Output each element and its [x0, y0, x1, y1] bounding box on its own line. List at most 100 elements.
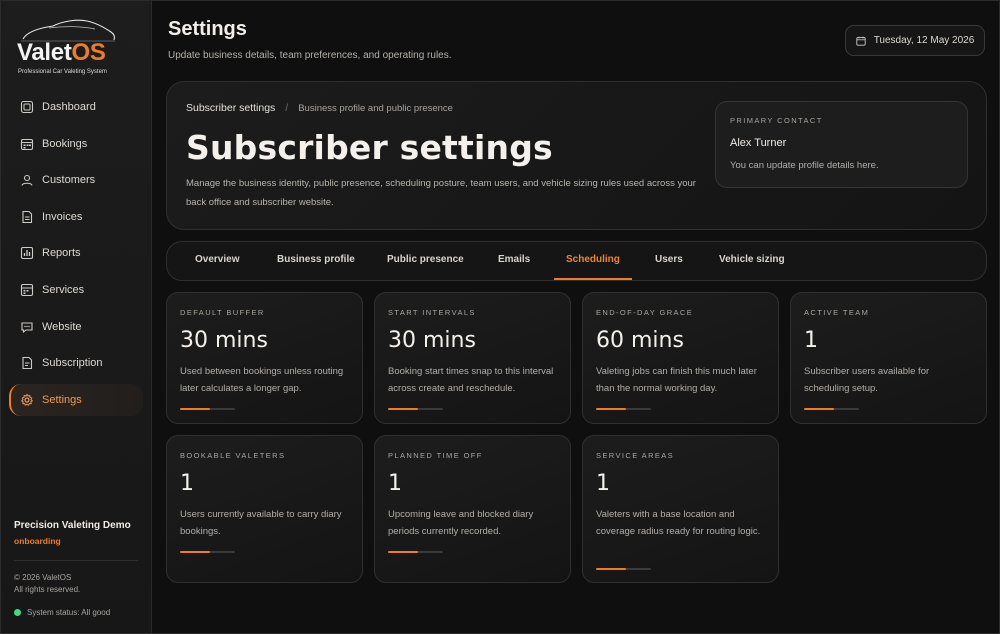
date-display[interactable]: Tuesday, 12 May 2026 — [845, 25, 985, 56]
tab-users[interactable]: Users — [655, 242, 683, 280]
business-status: onboarding — [14, 536, 61, 546]
metric-description: Users currently available to carry diary… — [180, 509, 342, 537]
subscriber-settings-panel: Subscriber settings / Business profile a… — [166, 81, 987, 230]
sidebar-item-services[interactable]: Services — [9, 274, 143, 306]
section-title: Subscriber settings — [186, 128, 553, 167]
metric-value: 1 — [180, 471, 194, 496]
metric-progress-bar — [596, 408, 651, 410]
sidebar-item-label: Subscription — [42, 357, 103, 370]
settings-tabs: Overview Business profile Public presenc… — [166, 241, 987, 281]
sidebar-item-label: Settings — [42, 393, 82, 406]
breadcrumb-current: Subscriber settings — [186, 102, 276, 114]
metric-label: DEFAULT BUFFER — [180, 308, 265, 317]
page-title: Settings — [168, 18, 247, 40]
sidebar-item-label: Invoices — [42, 210, 83, 223]
gear-icon — [20, 393, 34, 407]
metric-card-end-of-day-grace: END-OF-DAY GRACE 60 mins Valeting jobs c… — [582, 292, 779, 424]
status-dot-icon — [14, 609, 21, 616]
metric-progress-bar — [596, 568, 651, 570]
reports-icon — [20, 246, 34, 260]
metric-description: Valeters with a base location and covera… — [596, 509, 761, 537]
calendar-icon — [20, 137, 34, 151]
section-description: Manage the business identity, public pre… — [186, 178, 696, 208]
brand-tagline: Professional Car Valeting System — [18, 69, 107, 75]
brand-wordmark: ValetOS — [17, 39, 106, 66]
tab-public-presence[interactable]: Public presence — [387, 242, 464, 280]
metric-progress-bar — [388, 408, 443, 410]
metric-card-default-buffer: DEFAULT BUFFER 30 mins Used between book… — [166, 292, 363, 424]
sidebar-item-reports[interactable]: Reports — [9, 237, 143, 269]
metric-label: BOOKABLE VALETERS — [180, 451, 286, 460]
tab-overview[interactable]: Overview — [195, 242, 239, 280]
metric-label: ACTIVE TEAM — [804, 308, 870, 317]
metric-progress-bar — [180, 551, 235, 553]
metric-value: 1 — [596, 471, 610, 496]
contact-name: Alex Turner — [730, 137, 787, 149]
sidebar-item-dashboard[interactable]: Dashboard — [9, 91, 143, 123]
metric-label: END-OF-DAY GRACE — [596, 308, 694, 317]
metric-value: 1 — [388, 471, 402, 496]
customers-icon — [20, 173, 34, 187]
metric-progress-bar — [388, 551, 443, 553]
metric-card-active-team: ACTIVE TEAM 1 Subscriber users available… — [790, 292, 987, 424]
copyright: © 2026 ValetOS All rights reserved. — [14, 573, 81, 594]
sidebar-item-customers[interactable]: Customers — [9, 164, 143, 196]
tab-scheduling[interactable]: Scheduling — [554, 242, 632, 280]
business-name: Precision Valeting Demo — [14, 520, 131, 531]
sidebar-item-label: Website — [42, 320, 82, 333]
website-icon — [20, 320, 34, 334]
tab-business-profile[interactable]: Business profile — [277, 242, 355, 280]
primary-contact-card: PRIMARY CONTACT Alex Turner You can upda… — [715, 101, 968, 188]
page-subtitle: Update business details, team preference… — [168, 50, 452, 61]
sidebar: ValetOS Professional Car Valeting System… — [1, 1, 152, 633]
tab-emails[interactable]: Emails — [498, 242, 530, 280]
contact-label: PRIMARY CONTACT — [730, 116, 823, 125]
sidebar-item-settings[interactable]: Settings — [9, 383, 143, 416]
valetos-logo[interactable]: ValetOS Professional Car Valeting System — [15, 17, 121, 79]
metric-description: Used between bookings unless routing lat… — [180, 366, 344, 394]
dashboard-icon — [20, 100, 34, 114]
invoice-icon — [20, 210, 34, 224]
tab-vehicle-sizing[interactable]: Vehicle sizing — [719, 242, 785, 280]
date-text: Tuesday, 12 May 2026 — [873, 35, 975, 46]
metric-card-start-intervals: START INTERVALS 30 mins Booking start ti… — [374, 292, 571, 424]
metric-card-service-areas: SERVICE AREAS 1 Valeters with a base loc… — [582, 435, 779, 583]
metric-description: Upcoming leave and blocked diary periods… — [388, 509, 534, 537]
sidebar-item-label: Services — [42, 283, 85, 296]
breadcrumb: Subscriber settings / Business profile a… — [186, 102, 453, 114]
metric-description: Subscriber users available for schedulin… — [804, 366, 930, 394]
sidebar-item-label: Dashboard — [42, 101, 96, 113]
metric-progress-bar — [180, 408, 235, 410]
sidebar-item-bookings[interactable]: Bookings — [9, 128, 143, 160]
calendar-icon — [856, 36, 866, 46]
sidebar-divider — [14, 560, 138, 561]
metric-label: START INTERVALS — [388, 308, 476, 317]
sidebar-item-invoices[interactable]: Invoices — [9, 201, 143, 233]
subscription-icon — [20, 356, 34, 370]
metric-value: 30 mins — [388, 328, 476, 353]
metric-value: 1 — [804, 328, 818, 353]
sidebar-item-subscription[interactable]: Subscription — [9, 347, 143, 379]
main-content: Settings Update business details, team p… — [152, 1, 999, 633]
metric-card-planned-time-off: PLANNED TIME OFF 1 Upcoming leave and bl… — [374, 435, 571, 583]
metric-description: Booking start times snap to this interva… — [388, 366, 554, 394]
metric-value: 30 mins — [180, 328, 268, 353]
system-status: System status: All good — [14, 608, 110, 617]
metric-label: SERVICE AREAS — [596, 451, 675, 460]
metric-card-bookable-valeters: BOOKABLE VALETERS 1 Users currently avai… — [166, 435, 363, 583]
metric-description: Valeting jobs can finish this much later… — [596, 366, 757, 394]
app-window: ValetOS Professional Car Valeting System… — [0, 0, 1000, 634]
sidebar-item-label: Bookings — [42, 137, 88, 150]
business-summary: Precision Valeting Demo onboarding — [14, 520, 138, 546]
sidebar-item-label: Customers — [42, 174, 96, 187]
contact-note: You can update profile details here. — [730, 160, 879, 171]
metric-label: PLANNED TIME OFF — [388, 451, 483, 460]
breadcrumb-separator: / — [285, 102, 289, 114]
breadcrumb-context: Business profile and public presence — [298, 102, 453, 114]
metric-value: 60 mins — [596, 328, 684, 353]
services-icon — [20, 283, 34, 297]
sidebar-nav: Dashboard Bookings Customers Invoices Re… — [9, 91, 143, 420]
metric-progress-bar — [804, 408, 859, 410]
sidebar-item-website[interactable]: Website — [9, 311, 143, 343]
sidebar-item-label: Reports — [42, 247, 81, 260]
